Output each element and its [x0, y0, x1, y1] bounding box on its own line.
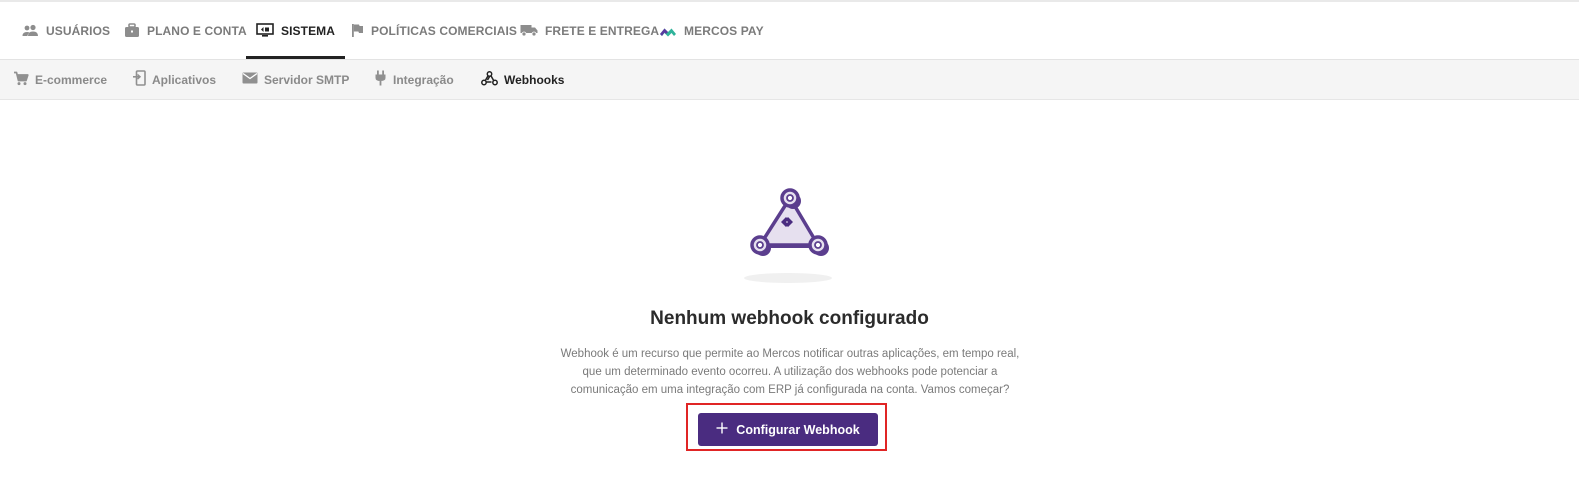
plug-icon — [374, 70, 387, 89]
tab-label: MERCOS PAY — [684, 23, 764, 38]
secondary-nav: E-commerce Aplicativos Servidor SMTP Int… — [0, 60, 1579, 100]
subtab-integracao[interactable]: Integração — [374, 60, 454, 99]
configurar-webhook-label: Configurar Webhook — [736, 422, 860, 437]
subtab-aplicativos[interactable]: Aplicativos — [132, 60, 216, 99]
configurar-webhook-button[interactable]: Configurar Webhook — [698, 413, 878, 446]
tab-politicas-comerciais[interactable]: POLÍTICAS COMERCIAIS — [351, 2, 517, 59]
users-icon — [22, 24, 39, 37]
subtab-label: Servidor SMTP — [264, 72, 350, 87]
mail-icon — [242, 72, 258, 87]
tab-sistema[interactable]: SISTEMA — [245, 2, 346, 59]
tab-plano-e-conta[interactable]: PLANO E CONTA — [124, 2, 247, 59]
description-line: comunicação em uma integração com ERP já… — [570, 384, 1010, 396]
primary-nav: USUÁRIOS PLANO E CONTA SISTEMA POLÍTICAS… — [0, 2, 1579, 60]
app-icon — [132, 70, 146, 89]
flag-icon — [351, 23, 364, 38]
tab-frete-e-entrega[interactable]: FRETE E ENTREGA — [520, 2, 659, 59]
cta-highlight-frame: Configurar Webhook — [686, 403, 887, 451]
tab-label: PLANO E CONTA — [147, 23, 247, 38]
subtab-label: Integração — [393, 72, 454, 87]
subtab-label: Webhooks — [504, 72, 565, 87]
empty-state-description: Webhook é um recurso que permite ao Merc… — [540, 345, 1040, 399]
subtab-servidor-smtp[interactable]: Servidor SMTP — [242, 60, 349, 99]
description-line: que um determinado evento ocorreu. A uti… — [582, 366, 998, 378]
tab-label: SISTEMA — [281, 23, 336, 38]
description-line: Webhook é um recurso que permite ao Merc… — [560, 348, 1020, 360]
tab-label: FRETE E ENTREGA — [545, 23, 660, 38]
tab-label: USUÁRIOS — [46, 23, 111, 38]
tab-mercos-pay[interactable]: MERCOS PAY — [659, 2, 764, 59]
system-monitor-icon — [256, 23, 274, 38]
subtab-e-commerce[interactable]: E-commerce — [13, 60, 107, 99]
empty-state-title: Nenhum webhook configurado — [650, 308, 929, 329]
subtab-webhooks[interactable]: Webhooks — [481, 60, 564, 99]
mercos-pay-logo-icon — [659, 25, 677, 37]
subtab-label: Aplicativos — [152, 72, 217, 87]
plus-icon — [716, 422, 728, 437]
webhook-illustration-icon — [738, 178, 838, 288]
briefcase-icon — [124, 23, 140, 38]
tab-label: POLÍTICAS COMERCIAIS — [371, 23, 518, 38]
subtab-label: E-commerce — [35, 72, 108, 87]
truck-icon — [520, 24, 538, 37]
webhook-icon — [481, 70, 498, 89]
tab-usuarios[interactable]: USUÁRIOS — [22, 2, 110, 59]
cart-icon — [13, 71, 29, 89]
